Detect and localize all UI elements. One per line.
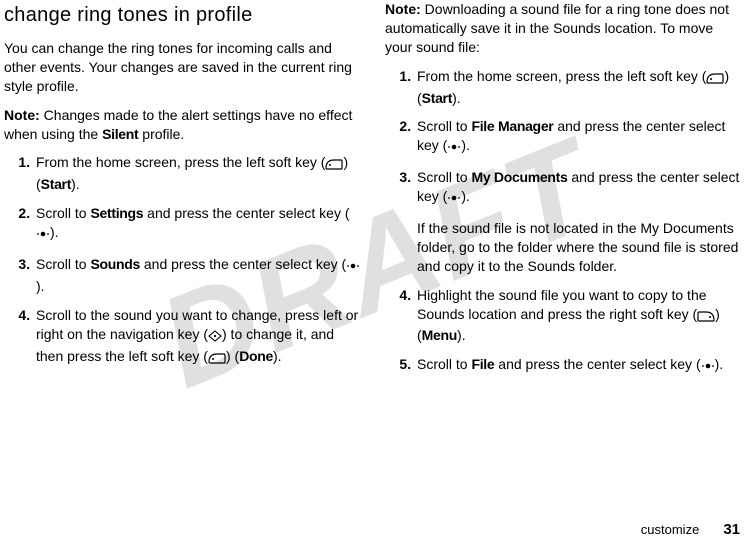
left-steps: From the home screen, press the left sof… [4, 153, 361, 368]
step-text: Highlight the sound file you want to cop… [417, 287, 707, 322]
step-text: From the home screen, press the left sof… [417, 68, 706, 84]
list-item: Scroll to Sounds and press the center se… [34, 255, 361, 296]
step-text: ). [715, 356, 724, 372]
step-label: Sounds [90, 256, 140, 272]
step-label: Start [41, 176, 71, 192]
softkey-left-icon [325, 156, 343, 175]
footer-section: customize [641, 522, 700, 537]
step-sub-paragraph: If the sound file is not located in the … [417, 219, 742, 276]
center-select-icon [701, 358, 715, 377]
center-select-icon [447, 139, 461, 158]
step-text: and press the center select key ( [143, 205, 349, 221]
step-label: Start [422, 90, 452, 106]
step-label: My Documents [471, 169, 567, 185]
list-item: Scroll to File Manager and press the cen… [415, 117, 742, 158]
note-paragraph: Note: Downloading a sound file for a rin… [385, 0, 742, 57]
page-number: 31 [723, 521, 740, 538]
page-footer: customize 31 [641, 520, 740, 540]
list-item: From the home screen, press the left sof… [34, 153, 361, 194]
softkey-right-icon [697, 308, 715, 327]
center-select-icon [346, 258, 360, 277]
step-text: ). [36, 278, 45, 294]
center-select-icon [36, 226, 50, 245]
step-label: File Manager [471, 118, 553, 134]
step-text: Scroll to [36, 205, 90, 221]
step-text: ) ( [226, 348, 239, 364]
softkey-left-icon [208, 350, 226, 369]
section-heading: change ring tones in profile [4, 2, 361, 29]
step-text: and press the center select key ( [140, 256, 346, 272]
list-item: Scroll to My Documents and press the cen… [415, 168, 742, 275]
step-text: ). [71, 176, 80, 192]
left-column: change ring tones in profile You can cha… [4, 0, 361, 387]
step-text: ). [452, 90, 461, 106]
note-tail: profile. [138, 126, 184, 142]
softkey-left-icon [706, 70, 724, 89]
step-text: Scroll to [417, 118, 471, 134]
step-text: ). [461, 137, 470, 153]
note-label: Note: [385, 1, 421, 17]
step-text: ). [457, 327, 466, 343]
step-text: Scroll to [417, 169, 471, 185]
step-text: and press the center select key ( [494, 356, 700, 372]
navigation-key-icon [208, 328, 222, 347]
note-profile: Silent [102, 126, 138, 142]
list-item: Scroll to Settings and press the center … [34, 204, 361, 245]
step-label: Done [239, 348, 273, 364]
right-steps: From the home screen, press the left sof… [385, 67, 742, 378]
note-label: Note: [4, 107, 40, 123]
list-item: Scroll to the sound you want to change, … [34, 306, 361, 369]
step-text: ). [273, 348, 282, 364]
list-item: From the home screen, press the left sof… [415, 67, 742, 108]
center-select-icon [447, 190, 461, 209]
page-content: change ring tones in profile You can cha… [0, 0, 754, 387]
note-body: Downloading a sound file for a ring tone… [385, 1, 729, 55]
step-text: ). [50, 224, 59, 240]
list-item: Scroll to File and press the center sele… [415, 355, 742, 377]
list-item: Highlight the sound file you want to cop… [415, 286, 742, 346]
step-text: From the home screen, press the left sof… [36, 154, 325, 170]
note-paragraph: Note: Changes made to the alert settings… [4, 106, 361, 144]
step-text: Scroll to [36, 256, 90, 272]
step-text: ). [461, 188, 470, 204]
right-column: Note: Downloading a sound file for a rin… [385, 0, 742, 387]
step-label: Settings [90, 205, 143, 221]
step-label: Menu [422, 327, 457, 343]
intro-paragraph: You can change the ring tones for incomi… [4, 39, 361, 96]
step-text: Scroll to [417, 356, 471, 372]
step-label: File [471, 356, 494, 372]
